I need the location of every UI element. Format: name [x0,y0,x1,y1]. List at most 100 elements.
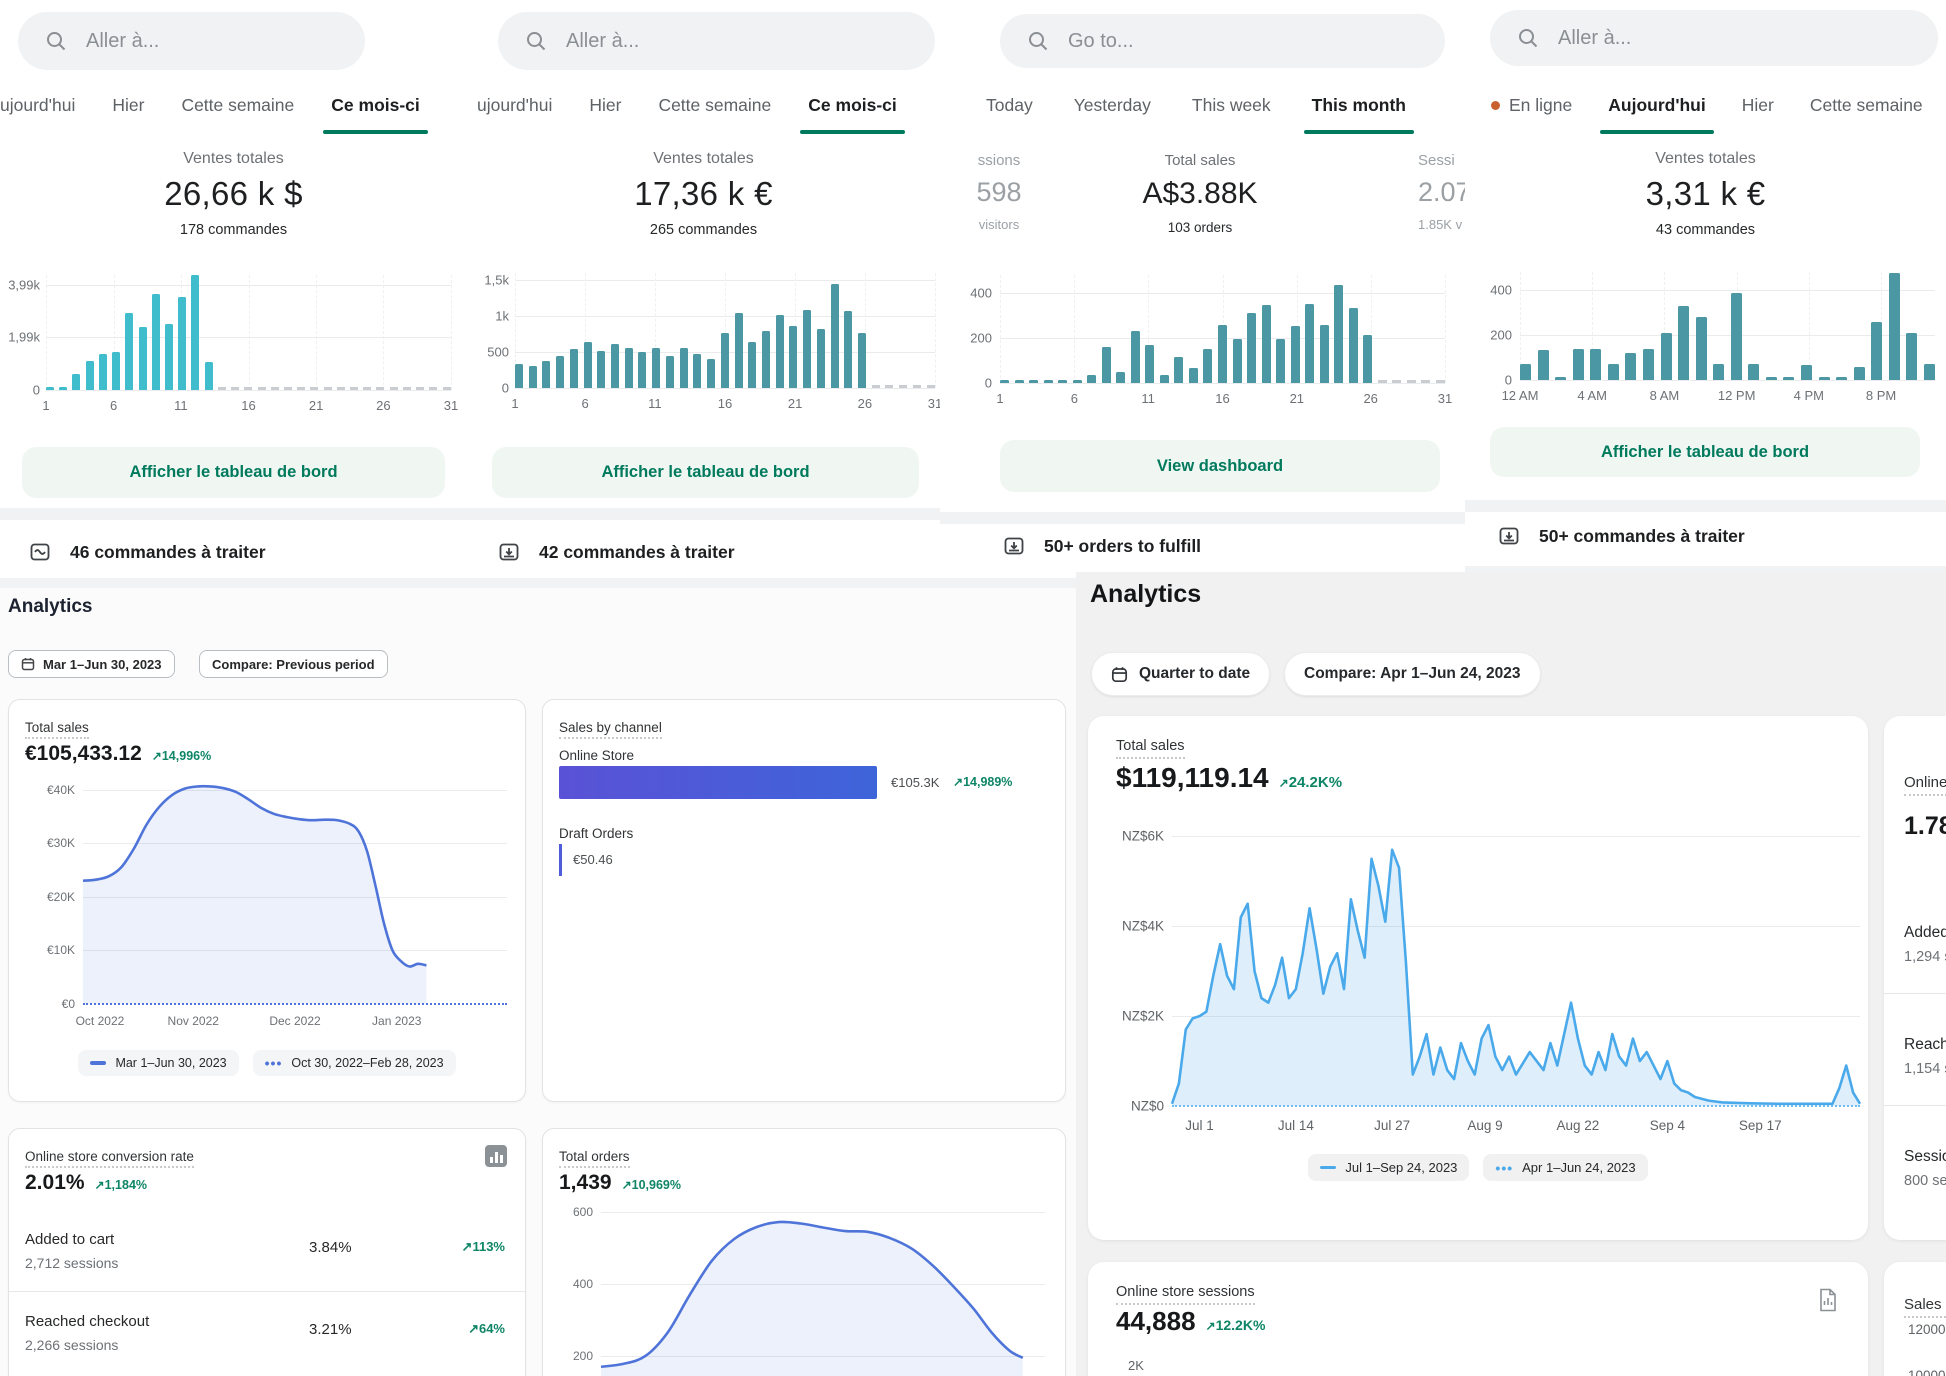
orders-to-fulfill-link[interactable]: 42 commandes à traiter [497,540,735,564]
funnel-step-label: Reached checkout [25,1313,149,1330]
funnel-step-rate: 3.21% [309,1321,352,1338]
view-dashboard-button[interactable]: Afficher le tableau de bord [492,447,919,498]
total-sales-card: Total sales $119,119.14 24.2K% NZ$6KNZ$4… [1088,716,1868,1240]
card-title[interactable]: Total sales [1116,738,1185,759]
search-input[interactable]: Aller à... [1490,10,1938,66]
legend-previous-period: •••Oct 30, 2022–Feb 28, 2023 [253,1050,456,1076]
total-sales-stat: Ventes totales 3,31 k € 43 commandes [1465,150,1946,238]
funnel-step-label: Added t [1904,924,1946,942]
compare-label: Compare: Apr 1–Jun 24, 2023 [1304,665,1521,683]
conversion-rate-value: 1.78% [1904,812,1946,841]
view-dashboard-label: View dashboard [1157,457,1283,476]
card-title[interactable]: Online st [1904,774,1946,796]
x-axis-labels: 161116212631 [515,396,935,416]
bar-chart-icon[interactable] [485,1145,507,1167]
tab-today[interactable]: ujourd'hui [477,95,552,116]
analytics-section-right: Analytics Quarter to date Compare: Apr 1… [1076,572,1946,1376]
tab-yesterday[interactable]: Hier [1742,95,1774,116]
online-label: En ligne [1509,95,1572,116]
trend-up-badge: 14,996% [152,749,211,763]
legend-current-period: Mar 1–Jun 30, 2023 [78,1050,238,1076]
orders-label: 50+ commandes à traiter [1539,526,1745,547]
tab-this-month[interactable]: Ce mois-ci [331,95,420,116]
card-title[interactable]: Sales by channel [559,720,662,739]
store-panel-3: Go to... Today Yesterday This week This … [940,0,1465,588]
conversion-rate-card: Online store conversion rate 2.01% 1,184… [8,1128,526,1376]
tab-this-week[interactable]: Cette semaine [181,95,294,116]
dotted-line-swatch-icon: ••• [265,1060,283,1066]
view-dashboard-button[interactable]: Afficher le tableau de bord [22,447,445,498]
tab-yesterday[interactable]: Yesterday [1074,95,1151,116]
compare-button[interactable]: Compare: Apr 1–Jun 24, 2023 [1284,652,1541,696]
search-placeholder: Aller à... [86,30,159,53]
orders-to-fulfill-link[interactable]: 50+ commandes à traiter [1497,524,1745,548]
store-panel-4: Aller à... En ligne Aujourd'hui Hier Cet… [1465,0,1946,588]
funnel-step-label: Session [1904,1148,1946,1166]
view-dashboard-button[interactable]: Afficher le tableau de bord [1490,427,1920,477]
orders-label: 46 commandes à traiter [70,542,266,563]
stat-sub: 103 orders [1060,220,1340,235]
solid-line-swatch-icon [1320,1166,1336,1170]
card-title[interactable]: Online store conversion rate [25,1149,194,1168]
card-title[interactable]: Total orders [559,1149,630,1168]
report-doc-icon[interactable] [1818,1288,1838,1312]
store-panel-1: Aller à... ujourd'hui Hier Cette semaine… [0,0,467,588]
view-dashboard-label: Afficher le tableau de bord [601,463,809,482]
total-sales-stat: Ventes totales 26,66 k $ 178 commandes [0,150,467,238]
stat-sub: 265 commandes [467,222,940,238]
total-sales-card: Total sales €105,433.12 14,996% €40K€30K… [8,699,526,1102]
chart-legend: Jul 1–Sep 24, 2023 •••Apr 1–Jun 24, 2023 [1088,1154,1868,1181]
tab-this-week[interactable]: Cette semaine [1810,95,1923,116]
tab-this-week[interactable]: Cette semaine [658,95,771,116]
compare-button[interactable]: Compare: Previous period [199,650,388,678]
view-dashboard-button[interactable]: View dashboard [1000,440,1440,492]
channel-label: Online Store [559,748,634,763]
tab-today[interactable]: ujourd'hui [0,95,75,116]
search-input[interactable]: Aller à... [498,12,935,70]
y-axis-label: 2K [1128,1358,1144,1373]
search-placeholder: Go to... [1068,30,1134,53]
card-title[interactable]: Sales by [1904,1296,1946,1318]
sales-bar-chart [515,273,935,388]
sessions-stat-partial: Sessi 2.07 1.85K v [1418,152,1465,232]
row-divider [1884,993,1946,994]
y-axis-labels: 1,5k1k5000 [467,273,509,388]
y-axis-labels: 600400200 [557,1206,593,1376]
legend-current-period: Jul 1–Sep 24, 2023 [1308,1154,1469,1181]
search-input[interactable]: Aller à... [18,12,365,70]
date-range-button[interactable]: Quarter to date [1091,652,1270,696]
x-axis-labels: 161116212631 [46,398,451,418]
x-axis-labels: 12 AM4 AM8 AM12 PM4 PM8 PM [1520,388,1935,408]
tab-today[interactable]: Aujourd'hui [1608,95,1705,116]
tab-live-visitors[interactable]: En ligne [1491,95,1572,116]
section-divider [940,512,1465,524]
orders-to-fulfill-link[interactable]: 50+ orders to fulfill [1002,534,1201,558]
tab-yesterday[interactable]: Hier [112,95,144,116]
card-title[interactable]: Online store sessions [1116,1284,1255,1305]
fulfill-tray-icon [497,540,521,564]
tab-this-month[interactable]: This month [1312,95,1406,116]
stat-value: 26,66 k $ [0,175,467,213]
tab-today[interactable]: Today [986,95,1033,116]
stat-label: Sessi [1418,152,1465,169]
orders-to-fulfill-link[interactable]: 46 commandes à traiter [28,540,266,564]
sessions-stat-partial: ssions 598 visitors [940,152,1064,232]
legend-previous-period: •••Apr 1–Jun 24, 2023 [1483,1154,1647,1181]
channel-value: €50.46 [573,852,613,867]
solid-line-swatch-icon [90,1061,106,1065]
dashboard-composite: Aller à... ujourd'hui Hier Cette semaine… [0,0,1946,1376]
tab-this-week[interactable]: This week [1192,95,1271,116]
search-icon [1026,29,1050,53]
section-divider [1465,500,1946,512]
trend-up-badge: 24.2K% [1279,774,1342,791]
sales-bar-chart [46,275,451,390]
tab-this-month[interactable]: Ce mois-ci [808,95,897,116]
date-range-button[interactable]: Mar 1–Jun 30, 2023 [8,650,175,678]
row-divider [9,1291,525,1292]
search-input[interactable]: Go to... [1000,14,1445,68]
card-title[interactable]: Total sales [25,720,89,739]
tab-yesterday[interactable]: Hier [589,95,621,116]
total-sales-value: $119,119.14 [1116,762,1269,794]
stat-label: Total sales [1060,152,1340,169]
trend-up-badge: 113% [462,1239,505,1255]
